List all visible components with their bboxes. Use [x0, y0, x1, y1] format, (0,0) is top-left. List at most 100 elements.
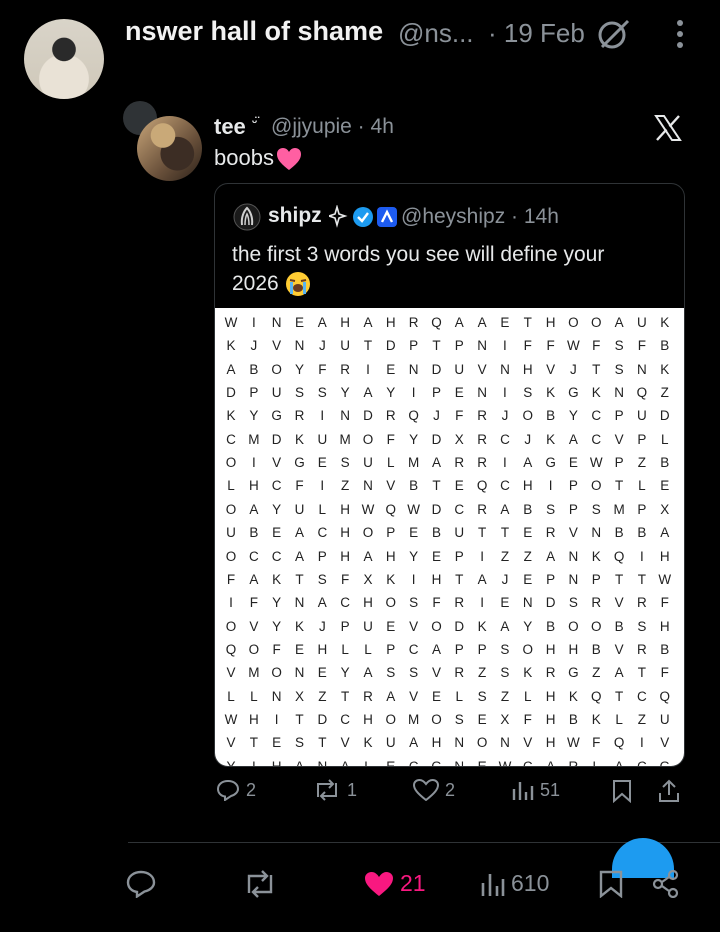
- word-search-letter: A: [317, 595, 327, 611]
- word-search-letter: N: [294, 338, 305, 354]
- x-logo-icon[interactable]: [654, 115, 682, 141]
- word-search-letter: T: [363, 338, 373, 354]
- word-search-letter: C: [518, 755, 538, 766]
- word-search-letter: Q: [613, 735, 625, 751]
- word-search-letter: I: [548, 478, 553, 494]
- embedded-user-name[interactable]: tee ᵕ̈: [214, 114, 257, 140]
- word-search-letter: G: [655, 755, 675, 766]
- word-search-letter: V: [614, 431, 624, 447]
- word-search-letter: K: [660, 361, 670, 377]
- word-search-letter: C: [340, 711, 351, 727]
- quoted-post-card[interactable]: shipz @heyshipz · 14h the first 3 words …: [214, 183, 685, 767]
- grok-icon[interactable]: [596, 17, 632, 51]
- word-search-letter: U: [637, 408, 647, 424]
- word-search-letter: G: [426, 755, 446, 766]
- reply-button[interactable]: [126, 870, 156, 898]
- word-search-letter: A: [294, 548, 304, 564]
- word-search-letter: I: [480, 595, 484, 611]
- word-search-letter: V: [409, 618, 419, 634]
- word-search-letter: P: [614, 408, 624, 424]
- word-search-letter: E: [500, 595, 510, 611]
- word-search-letter: K: [226, 408, 236, 424]
- word-search-letter: X: [454, 431, 464, 447]
- word-search-letter: N: [271, 315, 282, 330]
- word-search-letter: A: [363, 315, 373, 330]
- word-search-letter: L: [455, 688, 464, 704]
- word-search-letter: O: [385, 595, 397, 611]
- quoted-share-button[interactable]: [657, 779, 681, 803]
- word-search-letter: A: [386, 688, 396, 704]
- word-search-row: ABOYFRIENDUVNHVJTSNK: [215, 358, 684, 381]
- word-search-letter: K: [591, 548, 601, 564]
- word-search-image[interactable]: WINEAHAHRQAAETHOOAUKKJVNJUTDPTPNIFFWFSFB…: [215, 308, 684, 766]
- word-search-letter: B: [660, 641, 670, 657]
- word-search-letter: A: [431, 641, 441, 657]
- quoted-reply-button[interactable]: 2: [216, 779, 256, 801]
- word-search-letter: R: [477, 501, 487, 517]
- word-search-letter: N: [449, 755, 469, 766]
- word-search-letter: R: [545, 665, 556, 681]
- word-search-letter: L: [387, 455, 395, 471]
- embedded-user-avatar[interactable]: [137, 116, 202, 181]
- repost-button[interactable]: [243, 870, 277, 898]
- word-search-letter: A: [409, 735, 419, 751]
- quoted-like-button[interactable]: 2: [413, 779, 455, 801]
- word-search-letter: P: [568, 501, 578, 517]
- word-search-letter: V: [523, 735, 533, 751]
- word-search-letter: Z: [318, 688, 327, 704]
- word-search-letter: A: [523, 455, 533, 471]
- word-search-letter: K: [546, 431, 556, 447]
- word-search-letter: V: [614, 595, 624, 611]
- word-search-letter: D: [431, 431, 442, 447]
- quoted-user-name[interactable]: shipz: [268, 204, 322, 228]
- word-search-letter: T: [341, 688, 350, 704]
- word-search-letter: E: [523, 525, 533, 541]
- word-search-letter: N: [294, 665, 305, 681]
- like-button[interactable]: 21: [364, 870, 426, 897]
- word-search-row: OVYKJPUEVODKAYBOOBSH: [215, 615, 684, 638]
- word-search-letter: E: [454, 478, 464, 494]
- word-search-letter: K: [477, 618, 487, 634]
- word-search-letter: A: [226, 361, 236, 377]
- views-button[interactable]: 610: [481, 870, 549, 897]
- word-search-letter: A: [477, 571, 487, 587]
- word-search-letter: E: [409, 525, 419, 541]
- word-search-letter: C: [632, 755, 652, 766]
- word-search-letter: R: [385, 408, 396, 424]
- word-search-letter: S: [340, 455, 350, 471]
- bookmark-button[interactable]: [599, 870, 623, 898]
- more-options-icon[interactable]: [667, 19, 693, 49]
- quoted-repost-button[interactable]: 1: [313, 779, 357, 801]
- embedded-user-handle[interactable]: @jjyupie · 4h: [271, 115, 394, 139]
- word-search-letter: M: [248, 665, 260, 681]
- word-search-letter: Y: [340, 665, 350, 681]
- word-search-letter: C: [248, 548, 259, 564]
- word-search-letter: Q: [476, 478, 488, 494]
- word-search-letter: F: [592, 338, 601, 354]
- share-button[interactable]: [652, 870, 680, 898]
- quoted-user-badges: [329, 205, 397, 229]
- quoted-views-button[interactable]: 51: [512, 779, 560, 801]
- repost-icon: [317, 779, 337, 801]
- word-search-letter: R: [637, 595, 647, 611]
- word-search-letter: N: [614, 385, 624, 401]
- quoted-bookmark-button[interactable]: [612, 779, 632, 803]
- word-search-letter: T: [477, 525, 487, 541]
- author-handle[interactable]: @ns...: [398, 18, 474, 49]
- word-search-letter: D: [363, 408, 373, 424]
- word-search-letter: V: [386, 478, 396, 494]
- word-search-letter: I: [411, 571, 416, 587]
- word-search-letter: A: [249, 501, 259, 517]
- author-avatar[interactable]: [24, 19, 104, 99]
- word-search-letter: H: [545, 711, 556, 727]
- author-name[interactable]: nswer hall of shame: [125, 16, 383, 47]
- quoted-user-avatar[interactable]: [233, 203, 261, 231]
- post-date[interactable]: · 19 Feb: [488, 18, 585, 49]
- word-search-letter: B: [614, 618, 624, 634]
- word-search-letter: U: [271, 385, 282, 401]
- quoted-user-handle[interactable]: @heyshipz · 14h: [401, 205, 559, 229]
- heart-icon: [413, 779, 439, 801]
- bookmark-icon: [599, 870, 623, 898]
- word-search-letter: H: [363, 711, 373, 727]
- word-search-letter: R: [340, 361, 351, 377]
